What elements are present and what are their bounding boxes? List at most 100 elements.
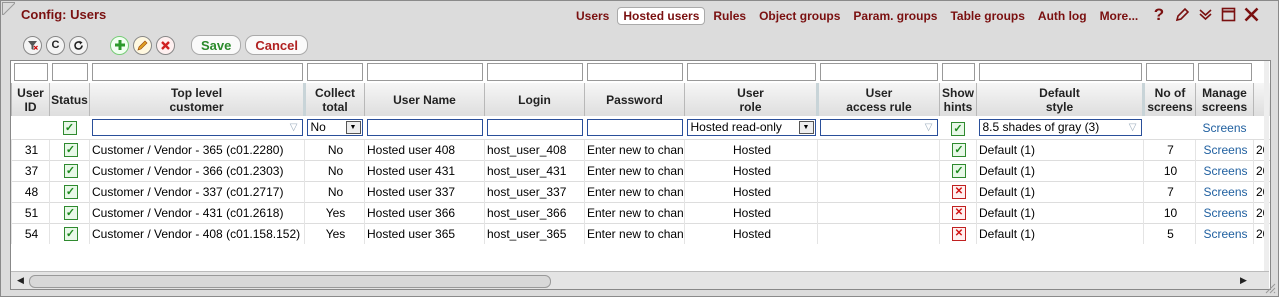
filter-status[interactable] — [51, 63, 88, 81]
filter-user-role[interactable] — [686, 63, 816, 81]
edit-status-checkbox[interactable]: ✓ — [62, 120, 77, 135]
nav-users[interactable]: Users — [571, 7, 614, 25]
edit-access-rule-combo[interactable]: ▽ — [819, 119, 938, 136]
filter-login[interactable] — [486, 63, 583, 81]
edit-collect-total-select[interactable]: No ▼ — [306, 119, 363, 136]
edit-password-input[interactable] — [586, 119, 683, 136]
clear-filter-icon[interactable] — [23, 35, 42, 55]
unchecked-x-icon[interactable]: ✕ — [952, 227, 966, 242]
filter-manage-screens[interactable] — [1197, 63, 1252, 81]
nav-table-groups[interactable]: Table groups — [945, 7, 1029, 25]
scroll-right-icon[interactable]: ▶ — [1237, 274, 1250, 287]
row-no-of-screens: 10 — [1143, 160, 1196, 182]
col-show-hints[interactable]: Show hints — [939, 83, 977, 116]
filter-customer[interactable] — [91, 63, 303, 81]
save-button[interactable]: Save — [191, 35, 242, 55]
edit-show-hints-checkbox[interactable]: ✓ — [951, 121, 965, 136]
row-customer-text: Customer / Vendor - 337 (c01.2717) — [92, 185, 284, 199]
nav-auth-log[interactable]: Auth log — [1033, 7, 1092, 25]
manage-screens-link[interactable]: Screens — [1203, 206, 1247, 220]
filter-no-of-screens[interactable] — [1145, 63, 1194, 81]
row-user-role-text: Hosted — [732, 185, 772, 199]
manage-screens-link[interactable]: Screens — [1203, 164, 1247, 178]
table-row[interactable]: 51 ✓ Customer / Vendor - 431 (c01.2618) Yes… — [11, 202, 1270, 224]
checked-icon[interactable]: ✓ — [63, 164, 78, 179]
col-manage-screens[interactable]: Manage screens — [1195, 83, 1254, 116]
col-status[interactable]: Status — [49, 83, 90, 116]
edit-customer-combo[interactable]: ▽ — [91, 119, 303, 136]
nav-rules[interactable]: Rules — [708, 7, 751, 25]
nav-param-groups[interactable]: Param. groups — [848, 7, 942, 25]
delete-icon[interactable] — [156, 35, 175, 55]
row-user-name: Hosted user 365 — [364, 223, 485, 244]
filter-collect-total[interactable] — [306, 63, 363, 81]
new-row-editor: ✓ ▽ No ▼ Hosted read-only ▼ ▽ ✓ 8.5 shades… — [11, 116, 1270, 140]
col-password[interactable]: Password — [584, 83, 685, 116]
manage-screens-link[interactable]: Screens — [1203, 143, 1247, 157]
row-collect-total-text: No — [327, 185, 344, 199]
vertical-scrollbar[interactable] — [1264, 61, 1269, 271]
table-row[interactable]: 54 ✓ Customer / Vendor - 408 (c01.158.152)… — [11, 223, 1270, 244]
row-user-role-text: Hosted — [732, 227, 772, 241]
row-collect-total: No — [304, 160, 365, 182]
users-table: User ID Status Top level customer Collect t… — [11, 61, 1270, 244]
edit-user-role-select[interactable]: Hosted read-only ▼ — [686, 119, 816, 136]
checked-icon[interactable]: ✓ — [63, 206, 78, 221]
checked-icon[interactable]: ✓ — [952, 164, 966, 179]
col-default-style[interactable]: Default style — [976, 83, 1145, 116]
row-login: host_user_366 — [484, 202, 585, 224]
row-login: host_user_337 — [484, 181, 585, 203]
help-icon[interactable]: ? — [1151, 5, 1167, 23]
col-customer[interactable]: Top level customer — [89, 83, 306, 116]
dropdown-arrow-icon[interactable]: ▼ — [345, 121, 361, 134]
chevron-down-icon[interactable] — [1197, 5, 1213, 23]
col-user-id[interactable]: User ID — [11, 83, 50, 116]
filter-show-hints[interactable] — [941, 63, 975, 81]
scroll-left-icon[interactable]: ◀ — [14, 274, 27, 287]
table-row[interactable]: 37 ✓ Customer / Vendor - 366 (c01.2303) No H… — [11, 160, 1270, 182]
checked-icon[interactable]: ✓ — [952, 143, 966, 158]
table-row[interactable]: 31 ✓ Customer / Vendor - 365 (c01.2280) No H… — [11, 139, 1270, 161]
checked-icon[interactable]: ✓ — [63, 185, 78, 200]
edit-login-input[interactable] — [486, 119, 583, 136]
nav-hosted-users[interactable]: Hosted users — [617, 7, 706, 25]
filter-password[interactable] — [586, 63, 683, 81]
unchecked-x-icon[interactable]: ✕ — [952, 206, 966, 221]
add-icon[interactable] — [110, 35, 129, 55]
table-row[interactable]: 48 ✓ Customer / Vendor - 337 (c01.2717) No H… — [11, 181, 1270, 203]
pencil-icon[interactable] — [1174, 5, 1190, 23]
col-collect-total[interactable]: Collect total — [304, 83, 365, 116]
col-no-of-screens[interactable]: No of screens — [1143, 83, 1196, 116]
col-login[interactable]: Login — [484, 83, 585, 116]
col-access-rule[interactable]: User access rule — [817, 83, 940, 116]
manage-screens-link[interactable]: Screens — [1203, 185, 1247, 199]
nav-more[interactable]: More... — [1095, 7, 1144, 25]
header-row: User ID Status Top level customer Collect t… — [11, 83, 1270, 116]
edit-default-style-combo[interactable]: 8.5 shades of gray (3) ▽ — [978, 119, 1142, 136]
col-user-name[interactable]: User Name — [364, 83, 485, 116]
filter-user-name[interactable] — [366, 63, 483, 81]
scroll-thumb[interactable] — [29, 275, 551, 288]
reset-icon[interactable]: C — [46, 35, 65, 55]
maximize-icon[interactable] — [1220, 5, 1236, 23]
filter-user-id[interactable] — [13, 63, 48, 81]
checked-icon[interactable]: ✓ — [63, 143, 78, 158]
filter-default-style[interactable] — [978, 63, 1142, 81]
manage-screens-link[interactable]: Screens — [1203, 227, 1247, 241]
edit-user-name-input[interactable] — [366, 119, 483, 136]
edit-manage-screens-link[interactable]: Screens — [1202, 121, 1246, 135]
titlebar[interactable]: Config: Users Users Hosted users Rules O… — [1, 1, 1278, 33]
chevron-down-icon: ▽ — [1128, 122, 1137, 133]
unchecked-x-icon[interactable]: ✕ — [952, 185, 966, 200]
cancel-button[interactable]: Cancel — [245, 35, 309, 55]
horizontal-scrollbar[interactable]: ◀ ▶ — [11, 271, 1269, 289]
col-user-role[interactable]: User role — [684, 83, 819, 116]
close-icon[interactable] — [1243, 5, 1259, 23]
checked-icon[interactable]: ✓ — [63, 227, 78, 242]
refresh-icon[interactable] — [69, 35, 88, 55]
edit-icon[interactable] — [133, 35, 152, 55]
filter-access-rule[interactable] — [819, 63, 938, 81]
nav-object-groups[interactable]: Object groups — [754, 7, 845, 25]
dropdown-arrow-icon[interactable]: ▼ — [798, 121, 814, 134]
resize-grip-icon[interactable] — [1264, 282, 1276, 294]
